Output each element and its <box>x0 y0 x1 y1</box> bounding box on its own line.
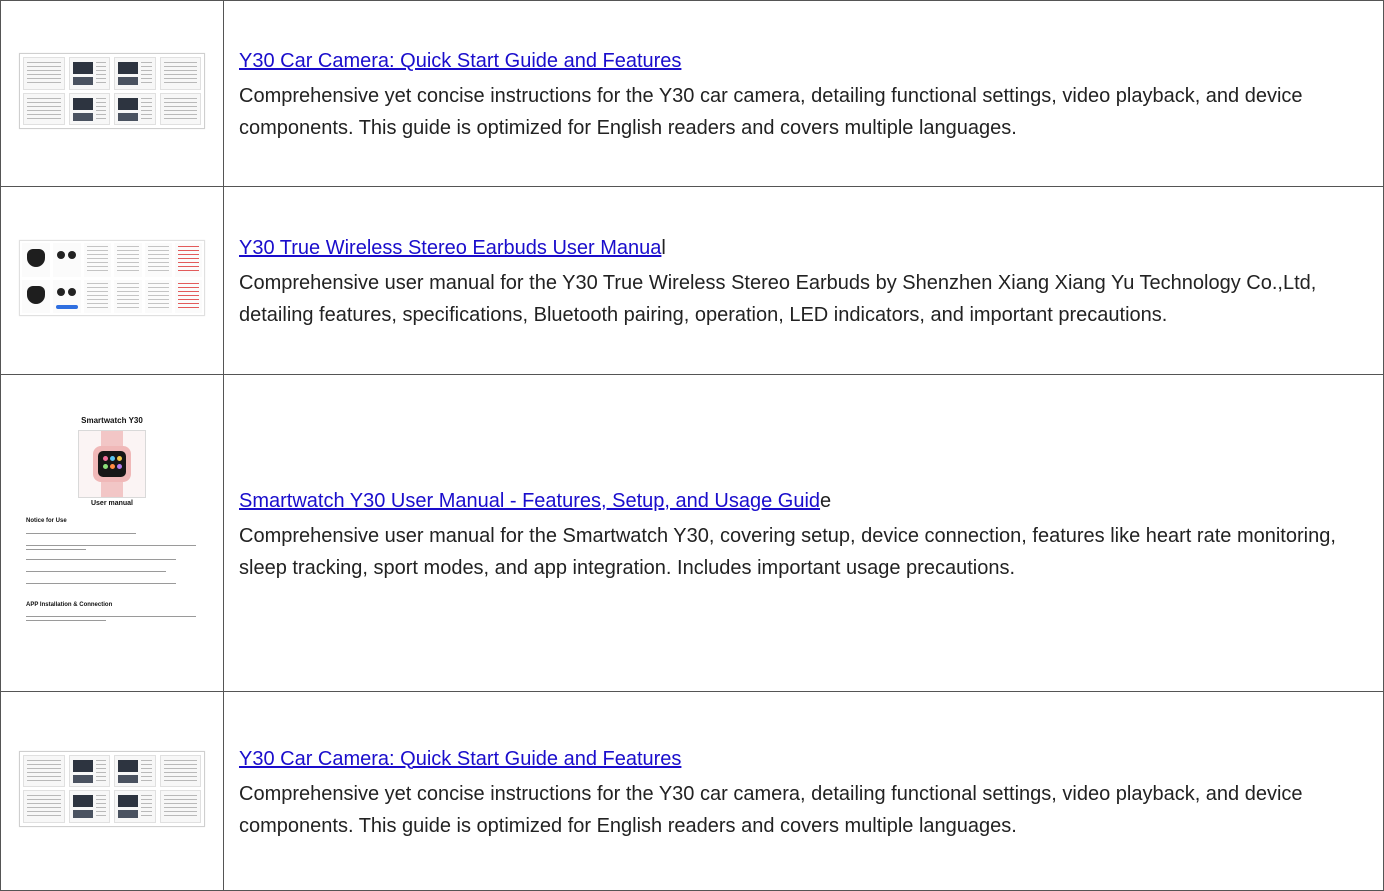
smartwatch-image <box>78 429 146 498</box>
thumbnail-page-panel <box>144 243 172 277</box>
thumb-subtitle: User manual <box>90 499 134 507</box>
manual-info-cell: Y30 Car Camera: Quick Start Guide and Fe… <box>223 0 1384 187</box>
manual-description: Comprehensive yet concise instructions f… <box>239 85 1303 139</box>
smartwatch-manual-thumbnail[interactable]: Smartwatch Y30 User manual Notice for Us… <box>18 405 206 656</box>
thumbnail-page-panel <box>84 279 112 313</box>
thumbnail-page-panel <box>159 754 201 787</box>
manual-title-link[interactable]: Y30 True Wireless Stereo Earbuds User Ma… <box>239 232 661 264</box>
thumbnail-page-panel <box>84 243 112 277</box>
thumbnail-page-panel <box>23 57 65 90</box>
car-camera-manual-thumbnail[interactable] <box>19 750 205 827</box>
title-suffix: e <box>820 489 832 512</box>
manual-row: Y30 True Wireless Stereo Earbuds User Ma… <box>0 186 1384 375</box>
thumbnail-page-panel <box>22 279 50 313</box>
manual-row: Smartwatch Y30 User manual Notice for Us… <box>0 374 1384 692</box>
thumbnail-page-panel <box>159 57 201 90</box>
thumbnail-page-panel <box>23 790 65 823</box>
thumbnail-page-panel <box>68 57 110 90</box>
thumbnail-page-panel <box>114 92 156 125</box>
thumbnail-cell <box>0 186 224 375</box>
thumbnail-cell <box>0 691 224 891</box>
thumbnail-page-panel <box>114 279 142 313</box>
manual-info-cell: Smartwatch Y30 User Manual - Features, S… <box>223 374 1384 692</box>
thumbnail-page-panel <box>159 92 201 125</box>
thumb-notice-heading: Notice for Use <box>26 517 67 524</box>
thumbnail-page-panel <box>23 92 65 125</box>
manual-row: Y30 Car Camera: Quick Start Guide and Fe… <box>0 0 1384 187</box>
thumb-app-heading: APP Installation & Connection <box>26 601 113 608</box>
thumbnail-page-panel <box>114 243 142 277</box>
thumbnail-page-panel <box>68 92 110 125</box>
manual-title-link[interactable]: Smartwatch Y30 User Manual - Features, S… <box>239 485 820 517</box>
thumbnail-page-panel <box>114 57 156 90</box>
thumbnail-page-panel <box>159 790 201 823</box>
thumbnail-page-panel <box>114 790 156 823</box>
thumbnail-page-panel <box>174 279 202 313</box>
earbuds-manual-thumbnail[interactable] <box>19 240 205 316</box>
thumbnail-page-panel <box>144 279 172 313</box>
thumbnail-page-panel <box>174 243 202 277</box>
thumbnail-page-panel <box>23 754 65 787</box>
title-suffix: l <box>661 237 666 259</box>
thumbnail-page-panel <box>114 754 156 787</box>
thumbnail-page-panel <box>53 279 81 313</box>
manual-info-cell: Y30 True Wireless Stereo Earbuds User Ma… <box>223 186 1384 375</box>
thumbnail-page-panel <box>68 754 110 787</box>
manual-row: Y30 Car Camera: Quick Start Guide and Fe… <box>0 691 1384 891</box>
thumbnail-page-panel <box>53 243 81 277</box>
thumb-title: Smartwatch Y30 <box>81 415 143 425</box>
manual-description: Comprehensive user manual for the Y30 Tr… <box>239 272 1317 326</box>
car-camera-manual-thumbnail[interactable] <box>19 53 205 129</box>
manual-list-table: Y30 Car Camera: Quick Start Guide and Fe… <box>0 0 1384 891</box>
manual-title-link[interactable]: Y30 Car Camera: Quick Start Guide and Fe… <box>239 45 681 77</box>
thumbnail-cell: Smartwatch Y30 User manual Notice for Us… <box>0 374 224 692</box>
thumbnail-page-panel <box>22 243 50 277</box>
thumbnail-cell <box>0 0 224 187</box>
manual-description: Comprehensive yet concise instructions f… <box>239 782 1303 837</box>
manual-description: Comprehensive user manual for the Smartw… <box>239 524 1336 579</box>
manual-info-cell: Y30 Car Camera: Quick Start Guide and Fe… <box>223 691 1384 891</box>
thumbnail-page-panel <box>68 790 110 823</box>
manual-title-link[interactable]: Y30 Car Camera: Quick Start Guide and Fe… <box>239 743 681 775</box>
